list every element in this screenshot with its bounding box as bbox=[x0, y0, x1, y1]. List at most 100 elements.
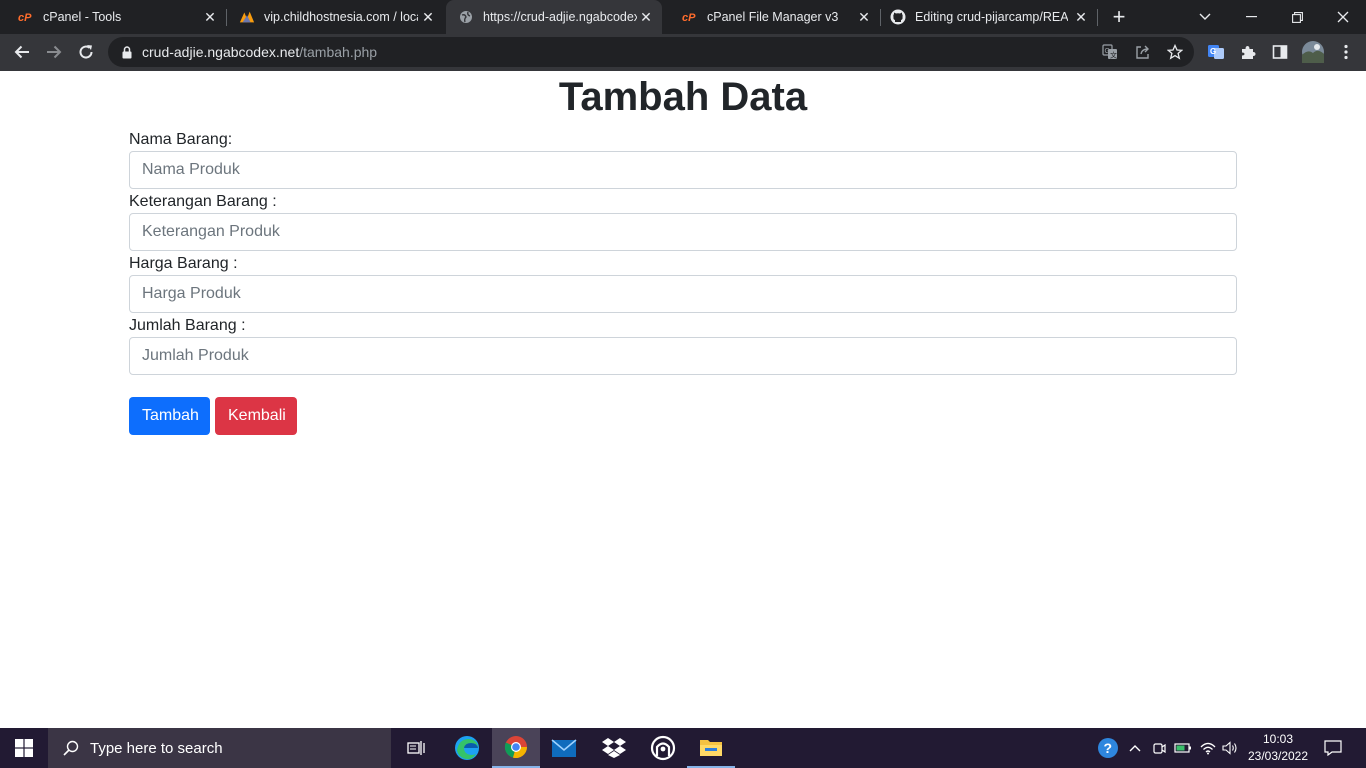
add-product-form: Nama Barang: Keterangan Barang : Harga B… bbox=[129, 129, 1237, 435]
lock-icon[interactable] bbox=[120, 45, 134, 59]
harga-barang-input[interactable] bbox=[129, 275, 1237, 313]
close-window-button[interactable] bbox=[1320, 0, 1366, 34]
bookmark-star-icon[interactable] bbox=[1167, 44, 1183, 60]
help-tray-icon[interactable]: ? bbox=[1096, 728, 1120, 768]
taskbar-edge-app[interactable] bbox=[443, 728, 491, 768]
close-icon[interactable]: ✕ bbox=[202, 9, 218, 25]
tab-github-editing[interactable]: Editing crud-pijarcamp/READ ✕ bbox=[881, 0, 1097, 34]
chevron-down-icon bbox=[1199, 13, 1211, 20]
page-content: Tambah Data Nama Barang: Keterangan Bara… bbox=[0, 71, 1366, 728]
svg-text:G: G bbox=[1210, 47, 1216, 56]
close-icon[interactable]: ✕ bbox=[856, 9, 872, 25]
volume-icon[interactable] bbox=[1220, 728, 1240, 768]
svg-text:cP: cP bbox=[682, 12, 696, 23]
task-view-icon bbox=[407, 741, 425, 755]
close-icon[interactable]: ✕ bbox=[1073, 9, 1089, 25]
back-button[interactable] bbox=[8, 38, 36, 66]
tab-title: vip.childhostnesia.com / localh bbox=[264, 10, 418, 24]
page-title: Tambah Data bbox=[558, 75, 808, 119]
reload-icon bbox=[79, 45, 93, 59]
tab-divider bbox=[1097, 9, 1098, 26]
globe-icon bbox=[458, 9, 474, 25]
browser-tab-strip: cP cPanel - Tools ✕ vip.childhostnesia.c… bbox=[0, 0, 1366, 34]
tab-crud-adjie[interactable]: https://crud-adjie.ngabcodex.n ✕ bbox=[446, 0, 662, 34]
taskbar-dropbox-app[interactable] bbox=[590, 728, 638, 768]
windows-logo-icon bbox=[15, 739, 33, 757]
search-icon bbox=[62, 739, 80, 757]
battery-icon[interactable] bbox=[1173, 728, 1193, 768]
tab-search-button[interactable] bbox=[1182, 0, 1228, 34]
svg-text:文: 文 bbox=[1110, 51, 1117, 60]
tab-title: cPanel - Tools bbox=[43, 10, 122, 24]
profile-avatar[interactable] bbox=[1301, 40, 1325, 64]
tab-title: Editing crud-pijarcamp/READ bbox=[915, 10, 1068, 24]
wifi-icon[interactable] bbox=[1198, 728, 1218, 768]
tab-cpanel-file-manager[interactable]: cP cPanel File Manager v3 ✕ bbox=[664, 0, 880, 34]
forward-button[interactable] bbox=[40, 38, 68, 66]
close-icon[interactable]: ✕ bbox=[420, 9, 436, 25]
tab-title: cPanel File Manager v3 bbox=[707, 10, 839, 24]
meet-now-icon[interactable] bbox=[1150, 728, 1168, 768]
chrome-menu-icon[interactable] bbox=[1336, 42, 1356, 62]
google-translate-extension-icon[interactable]: G bbox=[1206, 42, 1226, 62]
share-icon[interactable] bbox=[1135, 44, 1151, 60]
taskbar-search-placeholder: Type here to search bbox=[90, 739, 223, 757]
task-view-button[interactable] bbox=[392, 728, 440, 768]
jumlah-barang-label: Jumlah Barang : bbox=[129, 317, 246, 334]
taskbar-app-lens[interactable] bbox=[639, 728, 687, 768]
notifications-icon[interactable] bbox=[1322, 728, 1344, 768]
nama-barang-label: Nama Barang: bbox=[129, 131, 233, 148]
side-panel-icon[interactable] bbox=[1270, 42, 1290, 62]
app-lens-icon bbox=[650, 735, 676, 761]
address-bar[interactable]: crud-adjie.ngabcodex.net/tambah.php 文G bbox=[108, 37, 1194, 67]
translate-icon[interactable]: 文G bbox=[1102, 44, 1118, 60]
taskbar-file-explorer-app[interactable] bbox=[687, 728, 735, 768]
taskbar-clock[interactable]: 10:03 23/03/2022 bbox=[1244, 731, 1312, 765]
restore-icon bbox=[1291, 11, 1303, 23]
taskbar-chrome-app[interactable] bbox=[492, 728, 540, 768]
svg-text:cP: cP bbox=[18, 12, 32, 23]
arrow-left-icon bbox=[14, 45, 29, 59]
extensions-puzzle-icon[interactable] bbox=[1238, 42, 1258, 62]
phpmyadmin-icon bbox=[239, 9, 255, 25]
clock-date: 23/03/2022 bbox=[1247, 749, 1309, 763]
taskbar-search-box[interactable]: Type here to search bbox=[48, 728, 391, 768]
nama-barang-input[interactable] bbox=[129, 151, 1237, 189]
cpanel-icon: cP bbox=[18, 9, 34, 25]
tambah-button[interactable]: Tambah bbox=[129, 397, 210, 435]
start-button[interactable] bbox=[0, 728, 48, 768]
folder-icon bbox=[700, 740, 722, 756]
reload-button[interactable] bbox=[72, 38, 100, 66]
github-icon bbox=[890, 9, 906, 25]
chrome-icon bbox=[504, 736, 527, 759]
cpanel-icon: cP bbox=[682, 9, 698, 25]
url-domain: crud-adjie.ngabcodex.net bbox=[142, 44, 300, 60]
close-icon[interactable]: ✕ bbox=[638, 9, 654, 25]
taskbar-mail-app[interactable] bbox=[540, 728, 588, 768]
minimize-icon bbox=[1245, 16, 1257, 18]
form-actions: Tambah Kembali bbox=[129, 397, 1237, 435]
tab-cpanel-tools[interactable]: cP cPanel - Tools ✕ bbox=[0, 0, 226, 34]
svg-text:?: ? bbox=[1104, 740, 1113, 756]
chevron-up-icon[interactable] bbox=[1126, 728, 1144, 768]
minimize-button[interactable] bbox=[1228, 0, 1274, 34]
jumlah-barang-input[interactable] bbox=[129, 337, 1237, 375]
close-icon bbox=[1337, 11, 1349, 23]
keterangan-barang-input[interactable] bbox=[129, 213, 1237, 251]
url-path: /tambah.php bbox=[299, 44, 378, 60]
restore-button[interactable] bbox=[1274, 0, 1320, 34]
tab-phpmyadmin[interactable]: vip.childhostnesia.com / localh ✕ bbox=[227, 0, 444, 34]
harga-barang-label: Harga Barang : bbox=[129, 255, 238, 272]
mail-icon bbox=[551, 739, 577, 757]
arrow-right-icon bbox=[47, 45, 62, 59]
keterangan-barang-label: Keterangan Barang : bbox=[129, 193, 277, 210]
clock-time: 10:03 bbox=[1262, 732, 1294, 746]
svg-text:G: G bbox=[1105, 48, 1110, 55]
new-tab-button[interactable]: + bbox=[1108, 4, 1130, 29]
windows-taskbar: Type here to search ? 10:03 23/03/2022 bbox=[0, 728, 1366, 768]
edge-icon bbox=[455, 736, 479, 760]
tab-title: https://crud-adjie.ngabcodex.n bbox=[483, 10, 637, 24]
kembali-button[interactable]: Kembali bbox=[215, 397, 297, 435]
url-text: crud-adjie.ngabcodex.net/tambah.php bbox=[142, 44, 377, 60]
dropbox-icon bbox=[602, 738, 626, 758]
